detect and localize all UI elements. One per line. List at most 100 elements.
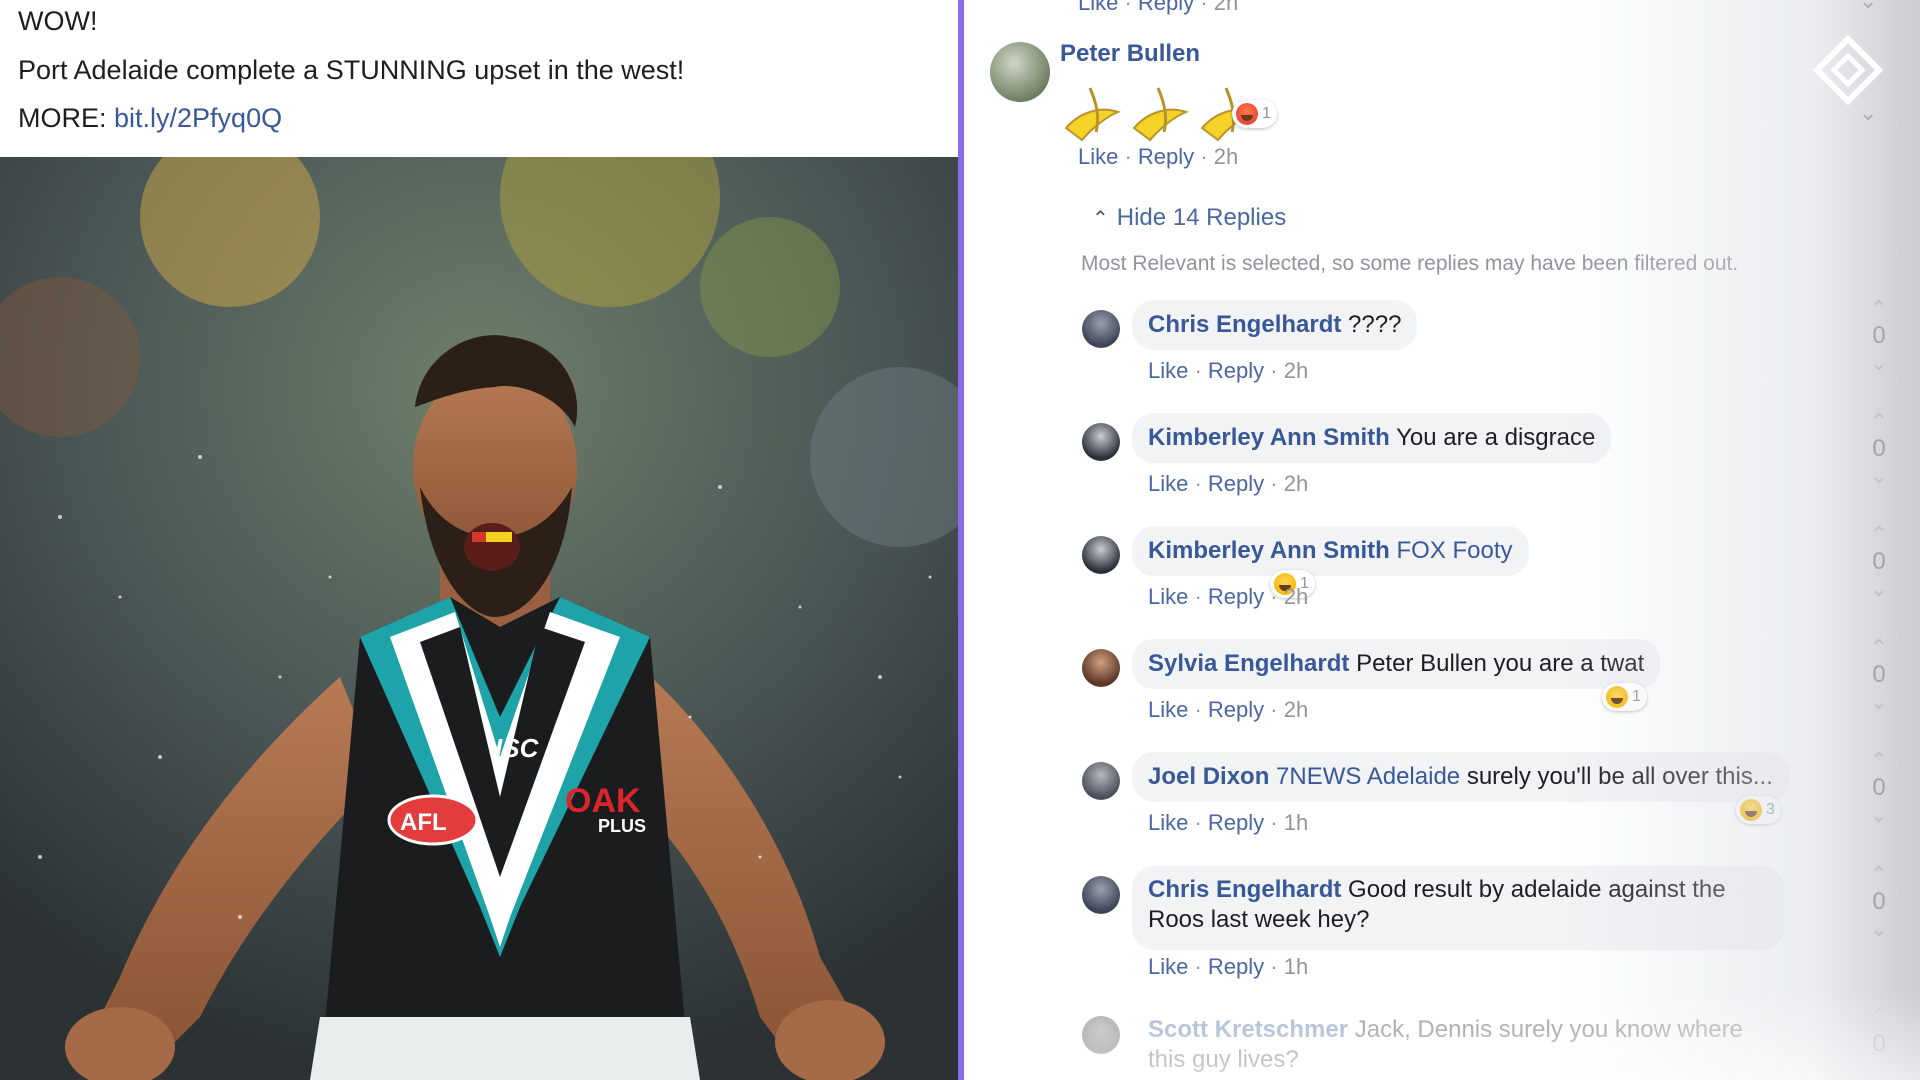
timestamp: 2h (1283, 471, 1309, 496)
reply-link[interactable]: Reply (1138, 0, 1194, 15)
upvote-icon[interactable]: ⌃ (1859, 637, 1899, 659)
avatar[interactable] (1082, 423, 1120, 461)
post-link[interactable]: bit.ly/2Pfyq0Q (114, 103, 282, 133)
avatar[interactable] (990, 42, 1050, 102)
timestamp: 2h (1283, 358, 1309, 383)
reply-link[interactable]: Reply (1208, 584, 1264, 609)
post-text-line-3: MORE: bit.ly/2Pfyq0Q (18, 103, 282, 134)
vote-count: 0 (1872, 888, 1886, 915)
vote-widget: ⌃ 0 ⌄ (1859, 524, 1899, 600)
reply-meta: Like · Reply · 2h (1148, 471, 1309, 496)
reply-link[interactable]: Reply (1208, 697, 1264, 722)
reply-meta: Like · Reply · 1h (1148, 954, 1309, 979)
brand-logo-icon (1812, 34, 1884, 106)
commenter-name[interactable]: Peter Bullen (1060, 40, 1200, 68)
reply-link[interactable]: Reply (1208, 810, 1264, 835)
reply-link[interactable]: Reply (1138, 144, 1194, 169)
timestamp: 1h (1283, 810, 1309, 835)
player-celebration-illustration: ISC AFL OAK PLUS (0, 157, 958, 1080)
reply-bubble: Chris Engelhardt Good result by adelaide… (1132, 866, 1784, 950)
reaction-badge[interactable]: 1 (1232, 100, 1277, 128)
timestamp: 2h (1283, 697, 1309, 722)
reaction-count: 1 (1632, 688, 1641, 705)
vote-widget: ⌃ 0 ⌄ (1859, 750, 1899, 826)
avatar[interactable] (1082, 310, 1120, 348)
downvote-icon[interactable]: ⌄ (1859, 804, 1899, 826)
commenter-name[interactable]: Kimberley Ann Smith (1148, 537, 1390, 564)
commenter-name[interactable]: Chris Engelhardt (1148, 876, 1341, 903)
vote-count: 0 (1872, 774, 1886, 801)
avatar[interactable] (1082, 1016, 1120, 1054)
upvote-icon[interactable]: ⌃ (1859, 524, 1899, 546)
timestamp: 1h (1283, 954, 1309, 979)
reply-link[interactable]: Reply (1208, 471, 1264, 496)
hide-replies-toggle[interactable]: ⌃ Hide 14 Replies (1092, 204, 1286, 232)
like-link[interactable]: Like (1148, 954, 1188, 979)
upvote-icon[interactable]: ⌃ (1859, 750, 1899, 772)
filter-notice: Most Relevant is selected, so some repli… (1081, 252, 1739, 275)
downvote-icon[interactable]: ⌄ (1859, 0, 1877, 14)
downvote-icon[interactable]: ⌄ (1859, 352, 1899, 374)
commenter-name[interactable]: Kimberley Ann Smith (1148, 424, 1390, 451)
reply-bubble: Chris Engelhardt ???? (1132, 300, 1418, 350)
downvote-icon[interactable]: ⌄ (1859, 578, 1899, 600)
reply-link[interactable]: Reply (1208, 954, 1264, 979)
avatar[interactable] (1082, 876, 1120, 914)
avatar[interactable] (1082, 649, 1120, 687)
mention-link[interactable]: 7NEWS Adelaide (1276, 763, 1460, 790)
reaction-badge[interactable]: 1 (1602, 683, 1647, 711)
upvote-icon[interactable]: ⌃ (1859, 411, 1899, 433)
like-link[interactable]: Like (1148, 584, 1188, 609)
upvote-icon[interactable]: ⌃ (1859, 298, 1899, 320)
vote-count: 0 (1872, 661, 1886, 688)
like-link[interactable]: Like (1078, 0, 1118, 15)
reaction-count: 1 (1262, 105, 1271, 122)
post-more-label: MORE: (18, 103, 115, 133)
reply-bubble: Sylvia Engelhardt Peter Bullen you are a… (1132, 639, 1661, 689)
chevron-up-icon: ⌃ (1092, 208, 1109, 230)
post-panel: WOW! Port Adelaide complete a STUNNING u… (0, 0, 958, 1080)
like-link[interactable]: Like (1148, 697, 1188, 722)
mention-link[interactable]: FOX Footy (1397, 537, 1513, 564)
reply-link[interactable]: Reply (1208, 358, 1264, 383)
reply-bubble: Kimberley Ann Smith You are a disgrace (1132, 413, 1612, 463)
commenter-name[interactable]: Scott Kretschmer (1148, 1016, 1348, 1043)
downvote-icon[interactable]: ⌄ (1859, 691, 1899, 713)
post-photo[interactable]: ISC AFL OAK PLUS (0, 157, 958, 1080)
top-comment-meta: Like · Reply · 2h (1078, 0, 1238, 16)
avatar[interactable] (1082, 762, 1120, 800)
reaction-count: 3 (1766, 801, 1775, 818)
avatar[interactable] (1082, 536, 1120, 574)
vote-widget: ⌃ 0 ⌄ (1859, 298, 1899, 374)
timestamp: 2h (1213, 144, 1239, 169)
vote-count: 0 (1872, 435, 1886, 462)
reply-bubble: Kimberley Ann Smith FOX Footy (1132, 526, 1529, 576)
angry-emoji (1236, 103, 1258, 125)
like-link[interactable]: Like (1078, 144, 1118, 169)
reply-text: You are a disgrace (1396, 424, 1596, 451)
post-text-line-1: WOW! (18, 6, 98, 36)
reply-meta: Like · Reply · 2h (1148, 358, 1309, 383)
reply-text: surely you'll be all over this... (1466, 763, 1773, 790)
comment-meta: Like · Reply · 2h (1078, 144, 1239, 169)
vote-widget: ⌃ 0 ⌄ (1859, 637, 1899, 713)
post-text-line-2: Port Adelaide complete a STUNNING upset … (18, 55, 685, 85)
commenter-name[interactable]: Joel Dixon (1148, 763, 1269, 790)
downvote-icon[interactable]: ⌄ (1859, 465, 1899, 487)
downvote-icon[interactable]: ⌄ (1859, 918, 1899, 940)
like-link[interactable]: Like (1148, 810, 1188, 835)
like-link[interactable]: Like (1148, 471, 1188, 496)
reaction-badge[interactable]: 3 (1736, 796, 1781, 824)
like-link[interactable]: Like (1148, 358, 1188, 383)
reply-meta: Like · Reply · 1h (1148, 810, 1309, 835)
reply-bubble: Joel Dixon 7NEWS Adelaide surely you'll … (1132, 752, 1789, 802)
upvote-icon[interactable]: ⌃ (1859, 864, 1899, 886)
upvote-icon[interactable]: ⌃ (1859, 1006, 1899, 1028)
reply-bubble: Scott Kretschmer Jack, Dennis surely you… (1132, 1006, 1784, 1080)
afl-badge: AFL (400, 809, 447, 836)
laugh-emoji (1740, 799, 1762, 821)
commenter-name[interactable]: Sylvia Engelhardt (1148, 650, 1349, 677)
commenter-name[interactable]: Chris Engelhardt (1148, 311, 1341, 338)
timestamp: 2h (1283, 584, 1309, 609)
reply-text: Peter Bullen you are a twat (1356, 650, 1645, 677)
